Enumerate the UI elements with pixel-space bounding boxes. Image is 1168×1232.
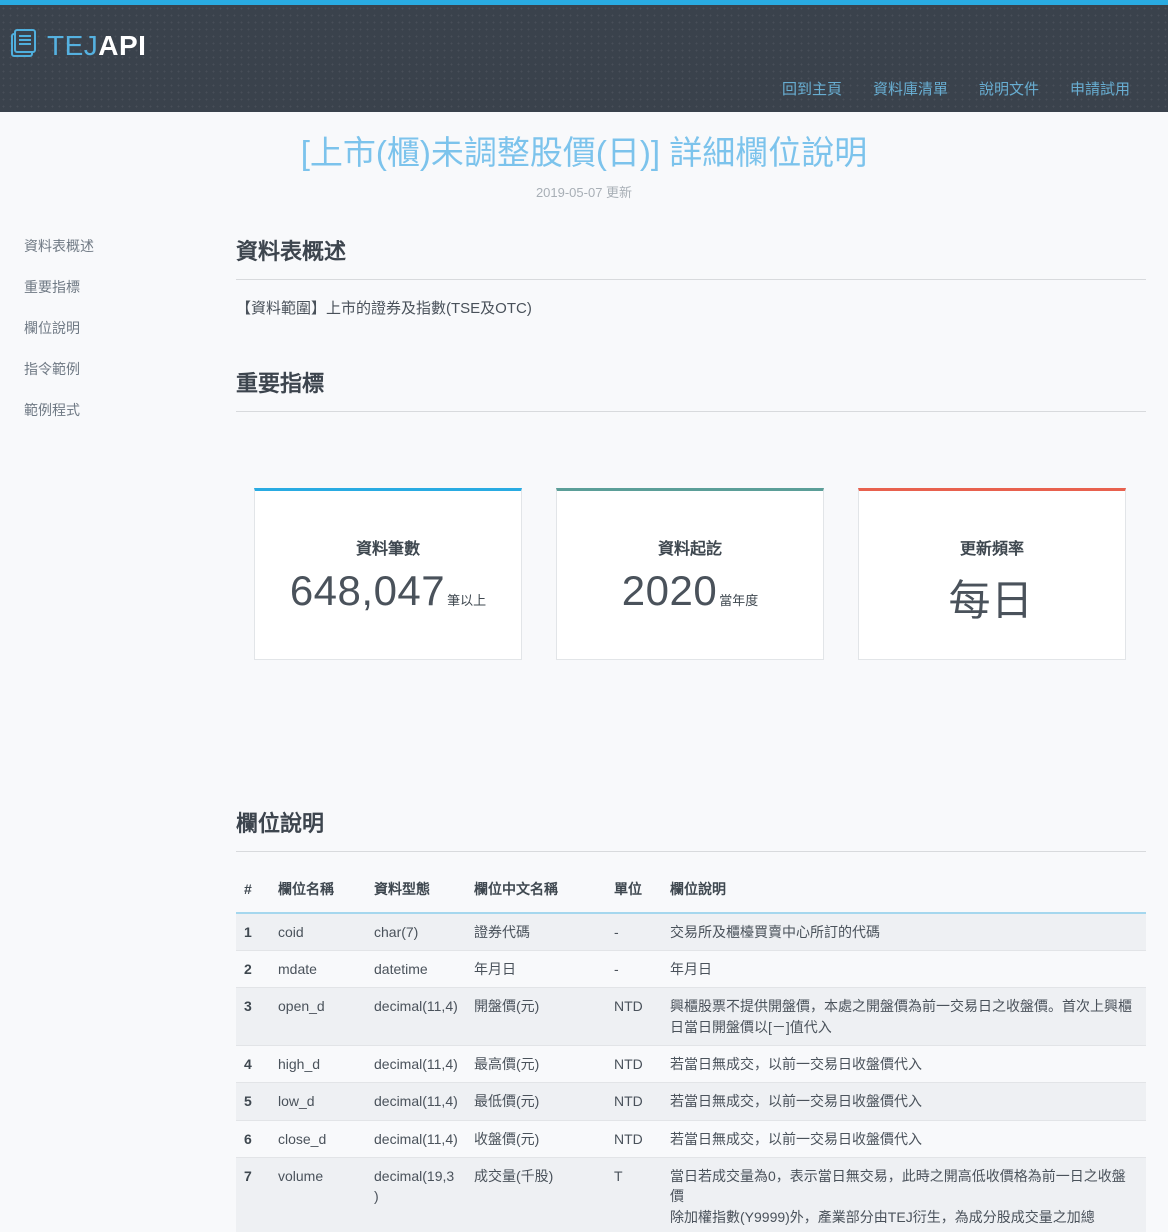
table-row: 3open_ddecimal(11,4)開盤價(元)NTD興櫃股票不提供開盤價，… xyxy=(236,988,1146,1046)
table-cell: 收盤價(元) xyxy=(466,1120,606,1157)
sidebar-item-sample-code[interactable]: 範例程式 xyxy=(24,400,236,420)
metric-card-record-count: 資料筆數 648,047筆以上 xyxy=(254,488,522,660)
metric-card-title: 資料起訖 xyxy=(557,535,823,559)
column-header: 資料型態 xyxy=(366,868,466,913)
table-cell: char(7) xyxy=(366,913,466,951)
table-cell: decimal(11,4) xyxy=(366,1083,466,1120)
table-cell: 2 xyxy=(236,951,270,988)
table-cell: NTD xyxy=(606,1120,662,1157)
table-row: 7volumedecimal(19,3)成交量(千股)T當日若成交量為0，表示當… xyxy=(236,1157,1146,1232)
table-cell: 交易所及櫃檯買賣中心所訂的代碼 xyxy=(662,913,1146,951)
table-cell: 當日若成交量為0，表示當日無交易，此時之開高低收價格為前一日之收盤價 除加權指數… xyxy=(662,1157,1146,1232)
table-row: 2mdatedatetime年月日-年月日 xyxy=(236,951,1146,988)
main-nav: 回到主頁 資料庫清單 說明文件 申請試用 xyxy=(782,78,1130,99)
table-cell: - xyxy=(606,913,662,951)
table-cell: 成交量(千股) xyxy=(466,1157,606,1232)
overview-heading: 資料表概述 xyxy=(236,234,1146,280)
table-cell: 若當日無成交，以前一交易日收盤價代入 xyxy=(662,1083,1146,1120)
table-cell: 4 xyxy=(236,1046,270,1083)
column-header: 欄位名稱 xyxy=(270,868,366,913)
table-cell: 7 xyxy=(236,1157,270,1232)
page-title-block: [上市(櫃)未調整股價(日)] 詳細欄位說明 2019-05-07 更新 xyxy=(0,132,1168,201)
table-cell: 開盤價(元) xyxy=(466,988,606,1046)
table-cell: high_d xyxy=(270,1046,366,1083)
table-cell: 興櫃股票不提供開盤價，本處之開盤價為前一交易日之收盤價。首次上興櫃日當日開盤價以… xyxy=(662,988,1146,1046)
table-cell: decimal(11,4) xyxy=(366,988,466,1046)
table-cell: 最高價(元) xyxy=(466,1046,606,1083)
table-cell: - xyxy=(606,951,662,988)
section-metrics: 重要指標 資料筆數 648,047筆以上 資料起訖 2020當年度 更新頻率 每… xyxy=(236,366,1146,660)
table-cell: NTD xyxy=(606,1046,662,1083)
table-cell: 最低價(元) xyxy=(466,1083,606,1120)
main-content: 資料表概述 【資料範圍】上市的證券及指數(TSE及OTC) 重要指標 資料筆數 … xyxy=(236,234,1146,1232)
brand-api: API xyxy=(98,30,146,61)
metrics-heading: 重要指標 xyxy=(236,366,1146,412)
metric-card-update-frequency: 更新頻率 每日 xyxy=(858,488,1126,660)
fields-heading: 欄位說明 xyxy=(236,806,1146,852)
metric-card-value: 2020 xyxy=(622,567,717,614)
nav-link-home[interactable]: 回到主頁 xyxy=(782,78,842,99)
table-cell: 3 xyxy=(236,988,270,1046)
table-cell: 年月日 xyxy=(466,951,606,988)
fields-table: #欄位名稱資料型態欄位中文名稱單位欄位說明 1coidchar(7)證券代碼-交… xyxy=(236,868,1146,1232)
table-cell: NTD xyxy=(606,1083,662,1120)
nav-link-apply-trial[interactable]: 申請試用 xyxy=(1070,78,1130,99)
table-cell: volume xyxy=(270,1157,366,1232)
column-header: # xyxy=(236,868,270,913)
column-header: 欄位中文名稱 xyxy=(466,868,606,913)
sidebar-item-command-examples[interactable]: 指令範例 xyxy=(24,359,236,379)
table-cell: 5 xyxy=(236,1083,270,1120)
table-cell: 若當日無成交，以前一交易日收盤價代入 xyxy=(662,1120,1146,1157)
sidebar: 資料表概述 重要指標 欄位說明 指令範例 範例程式 xyxy=(0,234,236,441)
brand-logo[interactable]: TEJAPI xyxy=(8,27,146,64)
table-cell: mdate xyxy=(270,951,366,988)
table-row: 5low_ddecimal(11,4)最低價(元)NTD若當日無成交，以前一交易… xyxy=(236,1083,1146,1120)
metric-card-value: 648,047 xyxy=(290,567,445,614)
table-row: 1coidchar(7)證券代碼-交易所及櫃檯買賣中心所訂的代碼 xyxy=(236,913,1146,951)
table-cell: close_d xyxy=(270,1120,366,1157)
table-cell: decimal(11,4) xyxy=(366,1046,466,1083)
column-header: 欄位說明 xyxy=(662,868,1146,913)
sidebar-item-metrics[interactable]: 重要指標 xyxy=(24,277,236,297)
metric-card-suffix: 筆以上 xyxy=(447,593,486,608)
table-cell: 1 xyxy=(236,913,270,951)
table-cell: datetime xyxy=(366,951,466,988)
page-updated-date: 2019-05-07 更新 xyxy=(0,182,1168,201)
metric-card-value: 每日 xyxy=(948,577,1033,624)
table-row: 4high_ddecimal(11,4)最高價(元)NTD若當日無成交，以前一交… xyxy=(236,1046,1146,1083)
table-cell: low_d xyxy=(270,1083,366,1120)
brand-tej: TEJ xyxy=(47,30,98,61)
fields-table-header: #欄位名稱資料型態欄位中文名稱單位欄位說明 xyxy=(236,868,1146,913)
nav-link-database-list[interactable]: 資料庫清單 xyxy=(873,78,948,99)
document-stack-icon xyxy=(8,27,38,64)
metric-card-title: 更新頻率 xyxy=(859,535,1125,559)
column-header: 單位 xyxy=(606,868,662,913)
nav-link-docs[interactable]: 說明文件 xyxy=(979,78,1039,99)
section-overview: 資料表概述 【資料範圍】上市的證券及指數(TSE及OTC) xyxy=(236,234,1146,318)
data-scope-text: 【資料範圍】上市的證券及指數(TSE及OTC) xyxy=(236,297,1146,318)
table-cell: decimal(19,3) xyxy=(366,1157,466,1232)
table-cell: coid xyxy=(270,913,366,951)
page-title: [上市(櫃)未調整股價(日)] 詳細欄位說明 xyxy=(0,132,1168,175)
metric-cards: 資料筆數 648,047筆以上 資料起訖 2020當年度 更新頻率 每日 xyxy=(236,488,1146,660)
table-cell: 6 xyxy=(236,1120,270,1157)
table-cell: decimal(11,4) xyxy=(366,1120,466,1157)
metric-card-title: 資料筆數 xyxy=(255,535,521,559)
brand-text: TEJAPI xyxy=(47,30,146,62)
metric-card-suffix: 當年度 xyxy=(719,593,758,608)
table-cell: open_d xyxy=(270,988,366,1046)
table-cell: 證券代碼 xyxy=(466,913,606,951)
table-cell: 年月日 xyxy=(662,951,1146,988)
table-cell: 若當日無成交，以前一交易日收盤價代入 xyxy=(662,1046,1146,1083)
sidebar-item-fields[interactable]: 欄位說明 xyxy=(24,318,236,338)
app-header: TEJAPI 回到主頁 資料庫清單 說明文件 申請試用 xyxy=(0,5,1168,112)
section-fields: 欄位說明 #欄位名稱資料型態欄位中文名稱單位欄位說明 1coidchar(7)證… xyxy=(236,806,1146,1232)
table-row: 6close_ddecimal(11,4)收盤價(元)NTD若當日無成交，以前一… xyxy=(236,1120,1146,1157)
metric-card-date-range: 資料起訖 2020當年度 xyxy=(556,488,824,660)
table-cell: NTD xyxy=(606,988,662,1046)
table-cell: T xyxy=(606,1157,662,1232)
sidebar-item-overview[interactable]: 資料表概述 xyxy=(24,236,236,256)
